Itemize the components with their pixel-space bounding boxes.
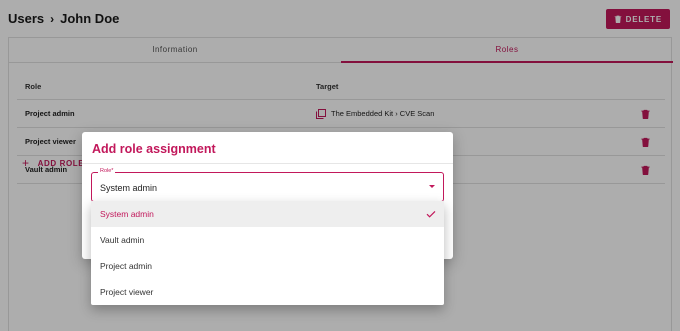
- dialog-title: Add role assignment: [92, 142, 216, 156]
- role-select-label: Role*: [98, 168, 116, 174]
- role-option-project-viewer[interactable]: Project viewer: [91, 279, 444, 305]
- check-icon: [426, 210, 436, 218]
- role-option-project-admin[interactable]: Project admin: [91, 253, 444, 279]
- dropdown-arrow-icon: [429, 185, 435, 188]
- role-option-vault-admin[interactable]: Vault admin: [91, 227, 444, 253]
- role-select[interactable]: Role* System admin: [91, 168, 444, 202]
- role-option-system-admin[interactable]: System admin: [91, 201, 444, 227]
- dialog-divider: [82, 163, 453, 164]
- role-options-list: System admin Vault admin Project admin P…: [91, 201, 444, 305]
- role-select-value: System admin: [100, 183, 158, 193]
